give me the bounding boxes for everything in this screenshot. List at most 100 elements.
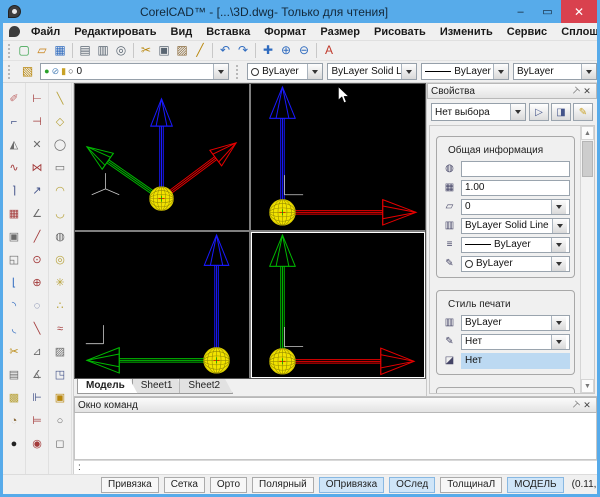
tool-icon-0-12[interactable]: ▤	[3, 363, 25, 386]
minimize-button[interactable]: –	[507, 0, 534, 23]
layer-field[interactable]: 0	[461, 199, 570, 215]
tool-icon-2-10[interactable]: ≈	[49, 317, 71, 340]
tool-icon-0-0[interactable]: ✐	[3, 87, 25, 110]
dropdown-arrow[interactable]	[213, 64, 228, 79]
viewport-top-right[interactable]	[251, 84, 425, 230]
pan-button[interactable]: ✚	[259, 42, 277, 59]
tool-icon-2-2[interactable]: ◯	[49, 133, 71, 156]
tool-icon-1-4[interactable]: ↗	[26, 179, 48, 202]
dropdown-arrow[interactable]	[551, 316, 566, 330]
select-window-button[interactable]: ◨	[551, 103, 571, 121]
tool-icon-0-4[interactable]: ⌉	[3, 179, 25, 202]
toolbar-grip-3[interactable]	[236, 65, 240, 79]
draw-freehand-button[interactable]: ╱	[191, 42, 209, 59]
printstyle-combo[interactable]: ByLayer	[513, 63, 597, 80]
scroll-up-icon[interactable]: ▲	[581, 126, 594, 140]
tool-icon-1-6[interactable]: ╱	[26, 225, 48, 248]
cut-button[interactable]: ✂	[137, 42, 155, 59]
linestyle-combo[interactable]: ByLayer Solid Line	[327, 63, 417, 80]
viewport-top-left[interactable]	[75, 84, 249, 230]
tool-icon-2-13[interactable]: ▣	[49, 386, 71, 409]
print-style-field[interactable]: Нет	[461, 334, 570, 350]
selection-combo[interactable]: Нет выбора	[431, 103, 526, 121]
status-toggle-etrack[interactable]: ОСлед	[389, 477, 435, 493]
status-toggle-model[interactable]: МОДЕЛЬ	[507, 477, 563, 493]
tab-sheet2[interactable]: Sheet2	[179, 379, 233, 394]
toolbar-grip-2[interactable]	[8, 65, 12, 79]
tool-icon-2-14[interactable]: ○	[49, 409, 71, 432]
tool-icon-2-7[interactable]: ◎	[49, 248, 71, 271]
tool-icon-1-0[interactable]: ⊢	[26, 87, 48, 110]
command-input[interactable]: :	[74, 460, 597, 474]
tool-icon-0-2[interactable]: ◭	[3, 133, 25, 156]
linestyle-field[interactable]: ByLayerSolid Line	[461, 218, 570, 234]
status-toggle-snap[interactable]: Привязка	[101, 477, 159, 493]
dropdown-arrow[interactable]	[551, 257, 566, 271]
undo-button[interactable]: ↶	[216, 42, 234, 59]
color-combo[interactable]: ByLayer	[247, 63, 323, 80]
tool-icon-2-4[interactable]: ◠	[49, 179, 71, 202]
tool-icon-2-0[interactable]: ╲	[49, 87, 71, 110]
dropdown-arrow[interactable]	[493, 64, 508, 79]
tool-icon-1-8[interactable]: ⊕	[26, 271, 48, 294]
tool-icon-2-6[interactable]: ◍	[49, 225, 71, 248]
tool-icon-0-3[interactable]: ∿	[3, 156, 25, 179]
tool-icon-0-7[interactable]: ◱	[3, 248, 25, 271]
viewport-bottom-right[interactable]	[251, 232, 425, 378]
tool-icon-1-10[interactable]: ╲	[26, 317, 48, 340]
dropdown-arrow[interactable]	[551, 335, 566, 349]
tool-icon-2-12[interactable]: ◳	[49, 363, 71, 386]
tool-icon-1-14[interactable]: ⊨	[26, 409, 48, 432]
dropdown-arrow[interactable]	[510, 104, 525, 120]
tool-icon-1-5[interactable]: ∠	[26, 202, 48, 225]
menu-item-1[interactable]: Редактировать	[67, 26, 163, 38]
status-toggle-grid[interactable]: Сетка	[164, 477, 205, 493]
menu-item-2[interactable]: Вид	[164, 26, 200, 38]
tool-icon-2-15[interactable]: ◻	[49, 432, 71, 455]
select-entities-button[interactable]: ▷	[529, 103, 549, 121]
tool-icon-1-9[interactable]: ◌	[26, 294, 48, 317]
tool-icon-2-3[interactable]: ▭	[49, 156, 71, 179]
menu-item-6[interactable]: Рисовать	[367, 26, 433, 38]
menu-item-3[interactable]: Вставка	[199, 26, 257, 38]
layer-manager-button[interactable]: ▧	[19, 63, 36, 80]
toolbar-grip[interactable]	[8, 44, 12, 58]
status-toggle-polar[interactable]: Полярный	[252, 477, 314, 493]
menu-item-9[interactable]: Сплошные	[554, 26, 600, 38]
tool-icon-1-7[interactable]: ⊙	[26, 248, 48, 271]
properties-scrollbar[interactable]: ▲ ▼	[580, 126, 594, 393]
print-preview-button[interactable]: ◎	[112, 42, 130, 59]
tool-icon-1-1[interactable]: ⊣	[26, 110, 48, 133]
lineweight-combo[interactable]: ByLayer	[421, 63, 509, 80]
zoom-in-button[interactable]: ⊕	[277, 42, 295, 59]
viewport-bottom-left[interactable]	[75, 232, 249, 378]
command-history[interactable]	[74, 413, 597, 460]
tool-icon-0-1[interactable]: ⌐	[3, 110, 25, 133]
tool-icon-0-6[interactable]: ▣	[3, 225, 25, 248]
tool-icon-1-12[interactable]: ∡	[26, 363, 48, 386]
copy-button[interactable]: ▣	[155, 42, 173, 59]
save-button[interactable]: ▦	[51, 42, 69, 59]
print-button[interactable]: ▤	[76, 42, 94, 59]
menu-item-8[interactable]: Сервис	[500, 26, 554, 38]
lineweight-field[interactable]: ByLayer	[461, 237, 570, 253]
tool-icon-0-5[interactable]: ▦	[3, 202, 25, 225]
text-style-button[interactable]: A	[320, 42, 338, 59]
tab-sheet1[interactable]: Sheet1	[132, 379, 186, 394]
tool-icon-2-8[interactable]: ✳	[49, 271, 71, 294]
redo-button[interactable]: ↷	[234, 42, 252, 59]
tool-icon-0-9[interactable]: ◝	[3, 294, 25, 317]
tool-icon-0-15[interactable]: ●	[3, 432, 25, 455]
open-file-button[interactable]: ▱	[33, 42, 51, 59]
tool-icon-0-10[interactable]: ◟	[3, 317, 25, 340]
dropdown-arrow[interactable]	[581, 64, 596, 79]
tool-icon-0-11[interactable]: ✂	[3, 340, 25, 363]
tool-icon-1-3[interactable]: ⋈	[26, 156, 48, 179]
menu-item-7[interactable]: Изменить	[433, 26, 500, 38]
tab-model[interactable]: Модель	[77, 379, 138, 394]
tool-icon-0-8[interactable]: ⌊	[3, 271, 25, 294]
layer-combo[interactable]: ●⊘▮○ 0	[40, 63, 229, 80]
menu-item-4[interactable]: Формат	[257, 26, 313, 38]
tool-icon-1-15[interactable]: ◉	[26, 432, 48, 455]
menu-item-5[interactable]: Размер	[313, 26, 367, 38]
